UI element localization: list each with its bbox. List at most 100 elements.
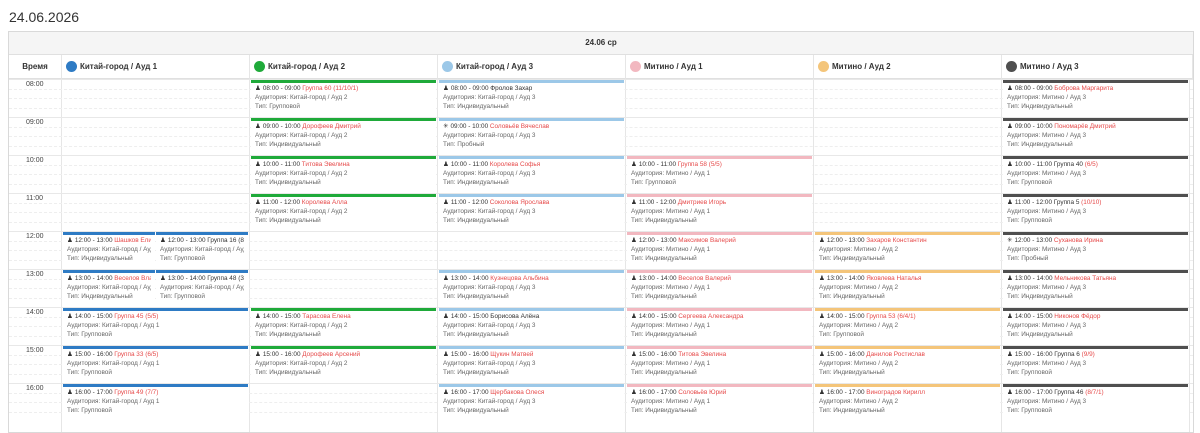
- lesson-card[interactable]: ♟ 15:00 - 16:00 Группа 6 (9/9) Аудитория: …: [1003, 346, 1188, 382]
- lesson-card[interactable]: ♟ 14:00 - 15:00 Тарасова Елена Аудитория: …: [251, 308, 436, 344]
- lesson-card[interactable]: ♟ 09:00 - 10:00 Пономарёв Дмитрий Аудитори…: [1003, 118, 1188, 154]
- user-icon: ♟: [443, 85, 449, 92]
- lesson-card[interactable]: ♟ 15:00 - 16:00 Данилов Ростислав Аудитори…: [815, 346, 1000, 382]
- lesson-card[interactable]: ♟12:00 - 13:00 Группа 16 (8/8)Аудитория:…: [156, 232, 248, 268]
- lesson-card[interactable]: ♟ 09:00 - 10:00 Дорофеев Дмитрий Аудитория…: [251, 118, 436, 154]
- lesson-name: Данилов Ростислав: [866, 351, 925, 358]
- lesson-title: ♟ 14:00 - 15:00 Группа 45 (5/5): [67, 313, 244, 322]
- lesson-name: Пономарёв Дмитрий: [1054, 123, 1116, 130]
- lesson-room: Аудитория: Митино / Ауд 2: [819, 321, 899, 329]
- lesson-card[interactable]: ♟ 16:00 - 17:00 Группа 46 (8/7/1) Аудитори…: [1003, 384, 1188, 420]
- column-divider: [437, 79, 438, 432]
- lesson-title: ♟ 15:00 - 16:00 Группа 6 (9/9): [1007, 351, 1184, 360]
- lesson-room: Аудитория: Митино / Ауд 3: [1007, 359, 1087, 367]
- lesson-card[interactable]: ♟12:00 - 13:00 Шашков ЕлизаветаАудитория…: [63, 232, 155, 268]
- room-color-dot: [442, 61, 453, 72]
- lesson-type: Тип: Групповой: [255, 102, 300, 110]
- time-label: 15:00: [26, 347, 44, 354]
- lesson-time: 16:00 - 17:00: [1014, 389, 1055, 396]
- lesson-card[interactable]: ♟ 15:00 - 16:00 Титова Эвелина Аудитория: …: [627, 346, 812, 382]
- lesson-card[interactable]: ♟ 15:00 - 16:00 Дорофеев Арсений Аудитория…: [251, 346, 436, 382]
- lesson-card[interactable]: ♟ 10:00 - 11:00 Королева Софья Аудитория: …: [439, 156, 624, 192]
- lesson-title: ♟ 13:00 - 14:00 Яковлева Наталья: [819, 275, 996, 284]
- lesson-name: Веселов Владимир: [114, 275, 151, 282]
- lesson-card[interactable]: ♟ 15:00 - 16:00 Щукин Матвей Аудитория: Ки…: [439, 346, 624, 382]
- lesson-card[interactable]: ♟ 14:00 - 15:00 Никонов Фёдор Аудитория: М…: [1003, 308, 1188, 344]
- lesson-card[interactable]: ♟ 15:00 - 16:00 Группа 33 (6/5) Аудитория:…: [63, 346, 248, 382]
- lesson-room: Аудитория: Китай-город / Ауд 2: [255, 321, 348, 329]
- lesson-room: Аудитория: Китай-город / Ауд 2: [255, 93, 348, 101]
- day-header[interactable]: 24.06 ср: [9, 32, 1193, 55]
- lesson-time: 15:00 - 16:00: [1014, 351, 1055, 358]
- lesson-card[interactable]: ♟ 10:00 - 11:00 Титова Эвелина Аудитория: …: [251, 156, 436, 192]
- room-header-2[interactable]: Китай-город / Ауд 2: [250, 55, 438, 79]
- room-header-5[interactable]: Митино / Ауд 2: [814, 55, 1002, 79]
- lesson-card[interactable]: ♟ 11:00 - 12:00 Группа 5 (10/10) Аудитория…: [1003, 194, 1188, 230]
- lesson-title: ♟ 13:00 - 14:00 Веселов Валерий: [631, 275, 808, 284]
- lesson-time: 14:00 - 15:00: [262, 313, 303, 320]
- lesson-room: Аудитория: Китай-город / Ауд 2: [255, 169, 348, 177]
- lesson-room: Аудитория: Китай-город / Ауд 2: [255, 207, 348, 215]
- lesson-card[interactable]: ♟13:00 - 14:00 Группа 48 (3/4)Аудитория:…: [156, 270, 248, 306]
- lesson-type: Тип: Индивидуальный: [819, 254, 885, 262]
- lesson-card[interactable]: ♟ 13:00 - 14:00 Кузнецова Альбина Аудитори…: [439, 270, 624, 306]
- lesson-card[interactable]: ♟ 10:00 - 11:00 Группа 40 (6/5) Аудитория:…: [1003, 156, 1188, 192]
- lesson-room: Аудитория: Митино / Ауд 1: [631, 283, 711, 291]
- lesson-card[interactable]: ♟ 12:00 - 13:00 Захаров Константин Аудитор…: [815, 232, 1000, 268]
- lesson-card[interactable]: ♟ 16:00 - 17:00 Соловьёв Юрий Аудитория: М…: [627, 384, 812, 420]
- lesson-card[interactable]: ♟ 13:00 - 14:00 Яковлева Наталья Аудитория…: [815, 270, 1000, 306]
- lesson-card[interactable]: ♟ 14:00 - 15:00 Борисова Алёна Аудитория: …: [439, 308, 624, 344]
- lesson-card[interactable]: ♟13:00 - 14:00 Веселов ВладимирАудитория…: [63, 270, 155, 306]
- user-icon: ♟: [1007, 199, 1013, 206]
- lesson-card[interactable]: ♟ 16:00 - 17:00 Группа 49 (7/7) Аудитория:…: [63, 384, 248, 420]
- lesson-card[interactable]: ♟ 08:00 - 09:00 Фролов Захар Аудитория: Ки…: [439, 80, 624, 116]
- lesson-time: 14:00 - 15:00: [450, 313, 491, 320]
- lesson-card[interactable]: ♟ 08:00 - 09:00 Группа 60 (11/10/1) Аудито…: [251, 80, 436, 116]
- lesson-card[interactable]: ♟ 16:00 - 17:00 Щербакова Олеся Аудитория:…: [439, 384, 624, 420]
- room-header-6[interactable]: Митино / Ауд 3: [1002, 55, 1193, 79]
- lesson-time: 12:00 - 13:00: [1014, 237, 1054, 244]
- lesson-name: Веселов Валерий: [678, 275, 731, 282]
- lesson-card[interactable]: ♟ 08:00 - 09:00 Боброва Маргарита Аудитори…: [1003, 80, 1188, 116]
- lesson-name: Борисова Алёна: [490, 313, 540, 320]
- time-label: 12:00: [26, 233, 44, 240]
- user-icon: ♟: [631, 389, 637, 396]
- lesson-title: ♟13:00 - 14:00 Группа 48 (3/4): [160, 275, 244, 284]
- lesson-time: 15:00 - 16:00: [74, 351, 115, 358]
- lesson-time: 12:00 - 13:00: [826, 237, 867, 244]
- lesson-room: Аудитория: Китай-город / Ауд 1: [67, 245, 151, 253]
- lesson-room: Аудитория: Китай-город / Ауд 3: [443, 93, 536, 101]
- lesson-title: ♟ 16:00 - 17:00 Группа 46 (8/7/1): [1007, 389, 1184, 398]
- lesson-type: Тип: Групповой: [67, 330, 112, 338]
- lesson-name: Щукин Матвей: [490, 351, 534, 358]
- lesson-card[interactable]: ✳ 09:00 - 10:00 Соловьёв Вячеслав Аудитори…: [439, 118, 624, 154]
- lesson-card[interactable]: ✳ 12:00 - 13:00 Суханова Ирина Аудитория: …: [1003, 232, 1188, 268]
- lesson-card[interactable]: ♟ 14:00 - 15:00 Группа 53 (6/4/1) Аудитори…: [815, 308, 1000, 344]
- room-header-3[interactable]: Китай-город / Ауд 3: [438, 55, 626, 79]
- lesson-card[interactable]: ♟ 14:00 - 15:00 Группа 45 (5/5) Аудитория:…: [63, 308, 248, 344]
- room-header-4[interactable]: Митино / Ауд 1: [626, 55, 814, 79]
- lesson-room: Аудитория: Китай-город / Ауд 1: [160, 283, 244, 291]
- lesson-room: Аудитория: Митино / Ауд 2: [819, 245, 899, 253]
- lesson-card[interactable]: ♟ 11:00 - 12:00 Соколова Ярослава Аудитори…: [439, 194, 624, 230]
- lesson-type: Тип: Индивидуальный: [443, 330, 509, 338]
- lesson-card[interactable]: ♟ 12:00 - 13:00 Максимов Валерий Аудитория…: [627, 232, 812, 268]
- lesson-card[interactable]: ♟ 11:00 - 12:00 Дмитриев Игорь Аудитория: …: [627, 194, 812, 230]
- lesson-card[interactable]: ♟ 16:00 - 17:00 Виноградов Кирилл Аудитори…: [815, 384, 1000, 420]
- lesson-card[interactable]: ♟ 13:00 - 14:00 Веселов Валерий Аудитория:…: [627, 270, 812, 306]
- lesson-name: Группа 6: [1054, 351, 1080, 358]
- lesson-type: Тип: Групповой: [1007, 406, 1052, 414]
- lesson-room: Аудитория: Митино / Ауд 1: [631, 359, 711, 367]
- lesson-name: Группа 45: [114, 313, 144, 320]
- lesson-name: Яковлева Наталья: [866, 275, 922, 282]
- room-color-dot: [630, 61, 641, 72]
- lesson-card[interactable]: ♟ 11:00 - 12:00 Королева Алла Аудитория: К…: [251, 194, 436, 230]
- lesson-card[interactable]: ♟ 13:00 - 14:00 Мельникова Татьяна Аудитор…: [1003, 270, 1188, 306]
- room-header-1[interactable]: Китай-город / Ауд 1: [62, 55, 250, 79]
- lesson-card[interactable]: ♟ 14:00 - 15:00 Сергеева Александра Аудито…: [627, 308, 812, 344]
- lesson-type: Тип: Индивидуальный: [819, 406, 885, 414]
- lesson-time: 10:00 - 11:00: [638, 161, 678, 168]
- lesson-title: ♟ 11:00 - 12:00 Группа 5 (10/10): [1007, 199, 1184, 208]
- lesson-card[interactable]: ♟ 10:00 - 11:00 Группа 58 (5/5) Аудитория:…: [627, 156, 812, 192]
- lesson-type: Тип: Индивидуальный: [631, 330, 697, 338]
